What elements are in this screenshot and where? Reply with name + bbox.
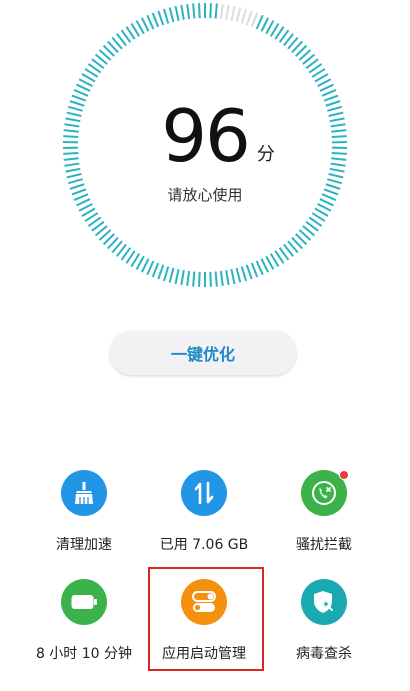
gauge-tick (180, 4, 185, 20)
phone-block-icon (301, 470, 349, 516)
battery-icon (61, 579, 107, 625)
tool-label: 8 小时 10 分钟 (35, 646, 133, 662)
gauge-tick (67, 178, 83, 185)
tool-label: 骚扰拦截 (296, 537, 352, 553)
gauge-tick (76, 83, 91, 92)
gauge-tick (214, 3, 218, 19)
score-number: 96 (161, 94, 251, 178)
gauge-tick (225, 4, 230, 20)
gauge-tick (198, 271, 201, 287)
gauge-tick (209, 271, 212, 287)
tool-label: 清理加速 (56, 537, 112, 553)
gauge-tick (327, 178, 343, 185)
gauge-tick (319, 83, 334, 92)
gauge-tick (151, 12, 160, 28)
gauge-tick (209, 3, 212, 19)
gauge-tick (265, 20, 275, 35)
gauge-tick (146, 14, 155, 30)
gauge-tick (265, 255, 275, 270)
gauge-tick (240, 266, 247, 282)
gauge-tick (186, 3, 191, 20)
gauge-tick (168, 7, 175, 23)
data-transfer-icon (181, 470, 227, 516)
gauge-tick (240, 8, 247, 24)
gauge-tick (135, 255, 145, 270)
gauge-tick (214, 271, 218, 287)
gauge-tick (174, 5, 180, 21)
gauge-tick (230, 5, 236, 21)
gauge-tick (235, 267, 242, 283)
gauge-tick (151, 262, 160, 278)
gauge-tick (245, 10, 253, 26)
gauge-tick (163, 8, 170, 24)
gauge-tick (140, 258, 150, 273)
gauge-tick (168, 267, 175, 283)
notification-dot (339, 470, 349, 480)
gauge-tick (245, 264, 253, 280)
gauge-tick (260, 258, 270, 273)
gauge-tick (140, 17, 150, 32)
status-text: 请放心使用 (167, 186, 243, 204)
tool-battery[interactable]: 8 小时 10 分钟 (19, 579, 149, 663)
gauge-tick (180, 270, 185, 286)
gauge-tick (157, 264, 165, 280)
broom-icon (61, 470, 107, 516)
tool-label: 病毒查杀 (296, 646, 352, 662)
gauge-tick (225, 270, 230, 286)
gauge-tick (255, 14, 264, 30)
gauge-tick (192, 3, 196, 19)
selection-highlight (148, 567, 264, 671)
tool-cleanup[interactable]: 清理加速 (19, 470, 149, 554)
tool-virus-scan[interactable]: 病毒查杀 (259, 579, 389, 663)
score-value: 96 分 (161, 100, 275, 172)
gauge-tick (192, 271, 196, 287)
gauge-tick (235, 7, 242, 23)
gauge-tick (198, 3, 201, 19)
gauge-tick (219, 3, 224, 20)
gauge-tick (186, 270, 191, 287)
gauge-tick (317, 78, 332, 88)
gauge-tick (157, 10, 165, 26)
gauge-tick (219, 270, 224, 287)
gauge-tick (250, 262, 259, 278)
gauge-tick (260, 17, 270, 32)
tool-data-usage[interactable]: 已用 7.06 GB (139, 470, 269, 554)
gauge-tick (66, 173, 82, 179)
tool-harassment-block[interactable]: 骚扰拦截 (259, 470, 389, 554)
score-unit: 分 (256, 144, 275, 165)
shield-search-icon (301, 579, 347, 625)
gauge-tick (328, 173, 344, 179)
score-display: 96 分 (0, 100, 410, 172)
gauge-tick (163, 266, 170, 282)
gauge-tick (250, 12, 259, 28)
gauge-tick (230, 269, 236, 285)
gauge-tick (321, 89, 337, 97)
gauge-tick (78, 78, 93, 88)
tool-label: 已用 7.06 GB (159, 537, 249, 553)
gauge-tick (255, 260, 264, 276)
gauge-tick (174, 269, 180, 285)
gauge-tick (135, 20, 145, 35)
one-click-optimize-button[interactable]: 一键优化 (110, 331, 296, 375)
gauge-tick (73, 89, 89, 97)
gauge-tick (146, 260, 155, 276)
